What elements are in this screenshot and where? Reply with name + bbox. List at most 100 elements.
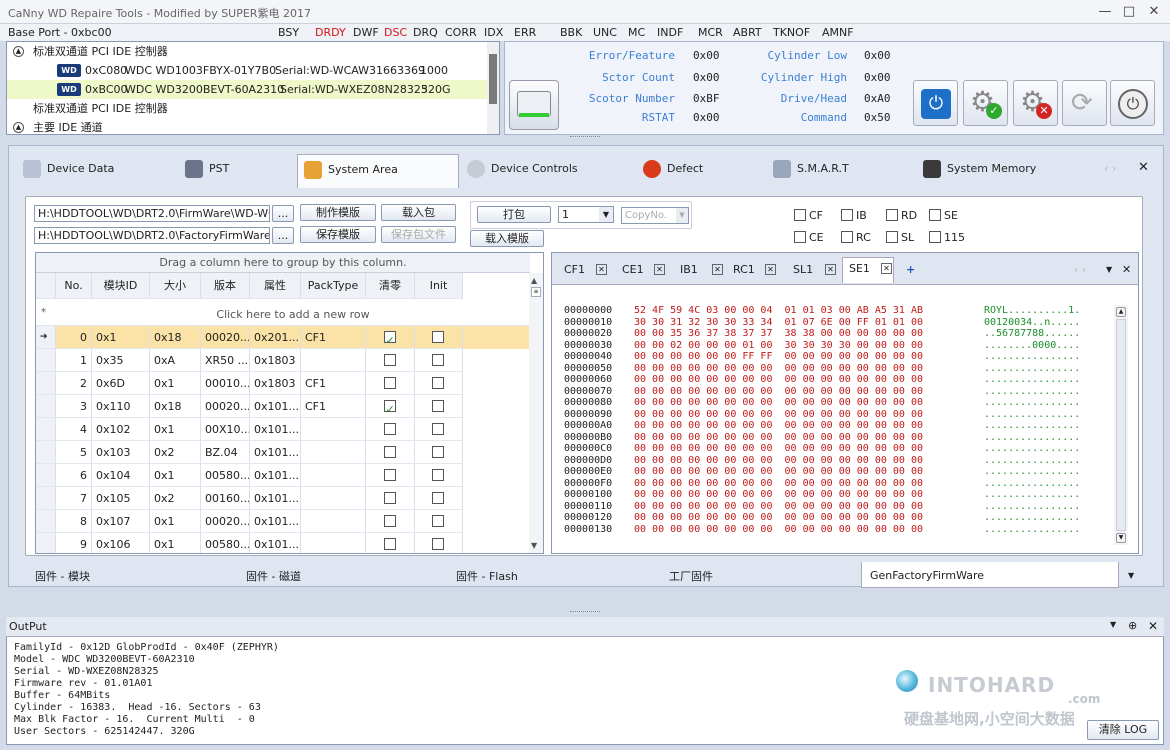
hex-tab-cf1[interactable]: CF1 ✕ — [558, 259, 610, 281]
init-checkbox[interactable] — [432, 423, 444, 435]
cell-init[interactable] — [415, 533, 463, 553]
close-tab-icon[interactable]: ✕ — [881, 263, 892, 274]
cell-clear[interactable] — [366, 326, 415, 349]
table-row[interactable]: 5 0x103 0x2 BZ.04 0x101... — [36, 441, 530, 464]
close-tab-icon[interactable]: ✕ — [596, 264, 607, 275]
column-header[interactable]: 版本 — [201, 273, 250, 299]
checkbox[interactable] — [841, 209, 853, 221]
hex-bytes[interactable]: 00 00 00 00 00 00 00 00 00 00 00 00 00 0… — [634, 512, 923, 524]
cell-pack[interactable]: CF1 — [301, 395, 366, 418]
init-checkbox[interactable] — [432, 538, 444, 550]
hex-ascii[interactable]: ................ — [984, 420, 1080, 432]
load-template-button[interactable]: 载入模版 — [470, 230, 544, 247]
hex-ascii[interactable]: ................ — [984, 466, 1080, 478]
cell-size[interactable]: 0x1 — [150, 510, 201, 533]
hex-menu-icon[interactable]: ▼ — [1106, 259, 1112, 281]
hex-tab-rc1[interactable]: RC1 ✕ — [727, 259, 779, 281]
hex-bytes[interactable]: 00 00 02 00 00 00 01 00 30 30 30 30 00 0… — [634, 340, 923, 352]
cell-id[interactable]: 0x104 — [92, 464, 150, 487]
hex-tab-ce1[interactable]: CE1 ✕ — [616, 259, 668, 281]
close-tab-icon[interactable]: ✕ — [825, 264, 836, 275]
cell-no[interactable]: 2 — [56, 372, 92, 395]
pin-icon[interactable]: ⊕ — [1128, 619, 1137, 632]
cell-attr[interactable]: 0x101... — [250, 395, 301, 418]
hex-bytes[interactable]: 00 00 00 00 00 00 00 00 00 00 00 00 00 0… — [634, 409, 923, 421]
cell-clear[interactable] — [366, 464, 415, 487]
cell-clear[interactable] — [366, 395, 415, 418]
hex-bytes[interactable]: 00 00 00 00 00 00 00 00 00 00 00 00 00 0… — [634, 501, 923, 513]
cell-pack[interactable]: CF1 — [301, 372, 366, 395]
hex-bytes[interactable]: 30 30 31 32 30 30 33 34 01 07 6E 00 FF 0… — [634, 317, 923, 329]
cell-init[interactable] — [415, 441, 463, 464]
init-checkbox[interactable] — [432, 469, 444, 481]
clear-checkbox[interactable] — [383, 329, 396, 348]
cell-id[interactable]: 0x6D — [92, 372, 150, 395]
make-template-button[interactable]: 制作模版 — [300, 204, 376, 221]
table-row[interactable]: 9 0x106 0x1 00580... 0x101... — [36, 533, 530, 553]
tree-group-pci-2[interactable]: 标准双通道 PCI IDE 控制器 — [7, 99, 487, 118]
hex-close-icon[interactable]: ✕ — [1122, 259, 1131, 281]
collapse-icon[interactable]: ▲ — [13, 46, 24, 57]
hex-ascii[interactable]: ................ — [984, 397, 1080, 409]
cell-ver[interactable]: BZ.04 — [201, 441, 250, 464]
tab-close-icon[interactable]: ✕ — [1138, 160, 1149, 175]
splitter-grip[interactable] — [570, 136, 600, 140]
cell-id[interactable]: 0x110 — [92, 395, 150, 418]
checkbox[interactable] — [794, 209, 806, 221]
cell-clear[interactable] — [366, 418, 415, 441]
hex-bytes[interactable]: 52 4F 59 4C 03 00 00 04 01 01 03 00 AB A… — [634, 305, 923, 317]
checkbox[interactable] — [929, 209, 941, 221]
cell-id[interactable]: 0x103 — [92, 441, 150, 464]
count-select[interactable]: 1 ▼ — [558, 206, 614, 223]
hex-ascii[interactable]: ........0000.... — [984, 340, 1080, 352]
cell-pack[interactable] — [301, 533, 366, 553]
hex-ascii[interactable]: 00120034..n..... — [984, 317, 1080, 329]
cell-clear[interactable] — [366, 533, 415, 553]
browse-firmware-button[interactable]: ... — [272, 205, 294, 222]
init-checkbox[interactable] — [432, 400, 444, 412]
cell-pack[interactable] — [301, 464, 366, 487]
hex-bytes[interactable]: 00 00 00 00 00 00 00 00 00 00 00 00 00 0… — [634, 489, 923, 501]
cell-id[interactable]: 0x1 — [92, 326, 150, 349]
clear-checkbox[interactable] — [383, 377, 396, 389]
hex-ascii[interactable]: ................ — [984, 455, 1080, 467]
subtab-factory-firmware[interactable]: 工厂固件 — [669, 568, 713, 584]
cell-clear[interactable] — [366, 487, 415, 510]
hex-ascii[interactable]: ................ — [984, 386, 1080, 398]
column-header[interactable]: 清零 — [366, 273, 415, 299]
tree-scrollbar[interactable] — [487, 42, 499, 134]
hex-bytes[interactable]: 00 00 00 00 00 00 00 00 00 00 00 00 00 0… — [634, 466, 923, 478]
checkbox[interactable] — [841, 231, 853, 243]
hex-ascii[interactable]: ..56787788...... — [984, 328, 1080, 340]
chevron-down-icon[interactable]: ▼ — [1128, 571, 1134, 580]
cell-clear[interactable] — [366, 510, 415, 533]
hex-dump[interactable]: 00000000 52 4F 59 4C 03 00 00 04 01 01 03… — [552, 305, 1112, 545]
option-sl[interactable]: SL — [886, 230, 914, 244]
close-button[interactable]: ✕ — [1143, 3, 1165, 21]
cell-attr[interactable]: 0x101... — [250, 510, 301, 533]
cell-clear[interactable] — [366, 349, 415, 372]
cell-id[interactable]: 0x102 — [92, 418, 150, 441]
table-row[interactable]: 2 0x6D 0x1 00010... 0x1803 CF1 — [36, 372, 530, 395]
cell-attr[interactable]: 0x201... — [250, 326, 301, 349]
hex-scroll-arrows[interactable]: ‹ › — [1074, 259, 1086, 281]
cell-size[interactable]: 0xA — [150, 349, 201, 372]
cell-size[interactable]: 0x2 — [150, 441, 201, 464]
add-tab-icon[interactable]: + — [906, 259, 915, 281]
cell-ver[interactable]: 00020... — [201, 395, 250, 418]
hex-ascii[interactable]: ................ — [984, 432, 1080, 444]
hex-tab-ib1[interactable]: IB1 ✕ — [674, 259, 726, 281]
tab-defect[interactable]: Defect — [643, 154, 743, 186]
option-ce[interactable]: CE — [794, 230, 824, 244]
option-cf[interactable]: CF — [794, 208, 823, 222]
cell-no[interactable]: 5 — [56, 441, 92, 464]
cell-pack[interactable]: CF1 — [301, 326, 366, 349]
init-checkbox[interactable] — [432, 354, 444, 366]
tree-group-ide[interactable]: ▲ 主要 IDE 通道 — [7, 118, 487, 137]
table-row[interactable]: ➔ 0 0x1 0x18 00020... 0x201... CF1 — [36, 326, 530, 349]
hex-ascii[interactable]: ROYL..........1. — [984, 305, 1080, 317]
tab-smart[interactable]: S.M.A.R.T — [773, 154, 883, 186]
cell-no[interactable]: 6 — [56, 464, 92, 487]
refresh-button[interactable]: ⟳ — [1062, 80, 1107, 126]
cell-init[interactable] — [415, 349, 463, 372]
